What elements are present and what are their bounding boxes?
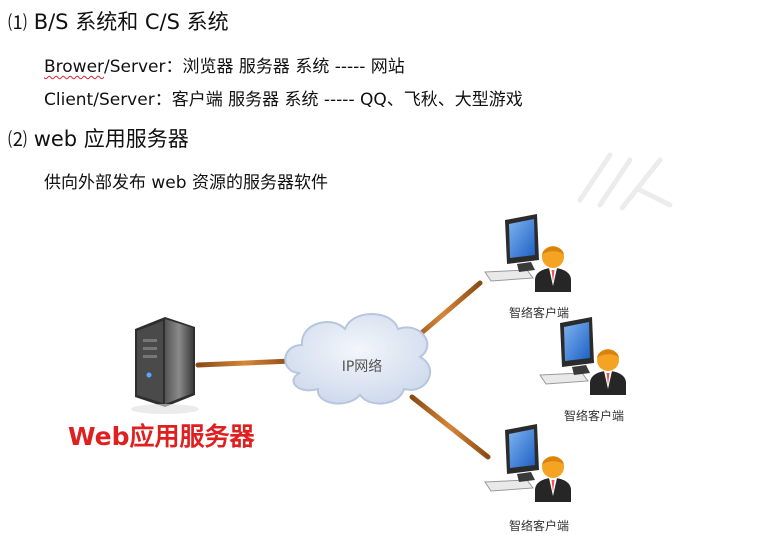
client-2-label: 智络客户端	[564, 408, 624, 423]
client-2: 智络客户端	[539, 316, 627, 423]
link-server-cloud	[195, 358, 295, 368]
section-2-title: web 应用服务器	[33, 127, 189, 151]
section-1-heading: ⑴ B/S 系统和 C/S 系统	[8, 10, 229, 35]
client-1: 智络客户端	[484, 213, 572, 320]
section-1-number: ⑴	[8, 12, 28, 34]
web-server-description: 供向外部发布 web 资源的服务器软件	[44, 173, 328, 193]
server-icon	[131, 317, 199, 414]
network-diagram: IP网络 智络客户端 智络客户端 智络客户端	[131, 213, 627, 533]
client-computer-user-icon	[539, 316, 627, 396]
bs-rest: /Server：浏览器 服务器 系统 ----- 网站	[104, 57, 405, 77]
bs-term: Brower	[44, 57, 105, 77]
client-computer-user-icon	[484, 423, 572, 503]
client-3-label: 智络客户端	[509, 518, 569, 533]
link-cloud-client-3	[409, 394, 491, 460]
client-1-label: 智络客户端	[509, 305, 569, 320]
bs-description: Brower/Server：浏览器 服务器 系统 ----- 网站	[44, 56, 405, 78]
section-1-title: B/S 系统和 C/S 系统	[33, 10, 229, 34]
client-computer-user-icon	[484, 213, 572, 293]
section-2-number: ⑵	[8, 129, 28, 151]
cloud-label: IP网络	[342, 359, 383, 375]
web-server-label: Web应用服务器	[68, 422, 255, 451]
client-3: 智络客户端	[484, 423, 572, 533]
section-2-heading: ⑵ web 应用服务器	[8, 127, 189, 152]
cs-description: Client/Server：客户端 服务器 系统 ----- QQ、飞秋、大型游…	[44, 90, 523, 110]
ip-network-cloud: IP网络	[284, 313, 432, 405]
